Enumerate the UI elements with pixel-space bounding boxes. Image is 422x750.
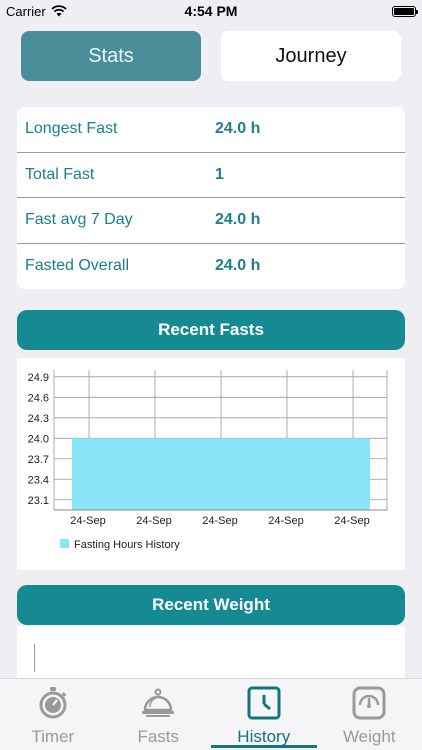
y-tick-label: 23.1 xyxy=(28,495,49,507)
legend-label: Fasting Hours History xyxy=(74,539,180,551)
tab-weight[interactable]: Weight xyxy=(317,679,422,750)
tab-label: History xyxy=(237,727,291,746)
stat-row-longest-fast: Longest Fast 24.0 h xyxy=(17,107,405,153)
y-tick-label: 24.0 xyxy=(28,433,49,445)
stopwatch-icon xyxy=(39,687,67,719)
stat-label: Total Fast xyxy=(25,165,95,183)
tab-label: Weight xyxy=(342,727,396,746)
segment-journey-button[interactable]: Journey xyxy=(221,31,401,81)
stat-row-fast-avg-7-day: Fast avg 7 Day 24.0 h xyxy=(17,198,405,244)
status-bar: Carrier 4:54 PM xyxy=(0,0,422,22)
recent-fasts-header: Recent Fasts xyxy=(17,310,405,350)
food-cloche-icon xyxy=(142,688,175,717)
carrier-label: Carrier xyxy=(6,3,46,19)
status-left: Carrier xyxy=(6,4,67,19)
active-tab-indicator xyxy=(211,745,317,748)
y-tick-label: 24.3 xyxy=(28,413,49,425)
tab-bar: Timer Fasts History Weight xyxy=(0,678,422,750)
clock-icon xyxy=(247,686,281,720)
recent-weight-chart-card xyxy=(17,626,405,680)
y-tick-label: 24.9 xyxy=(28,372,49,384)
tab-fasts[interactable]: Fasts xyxy=(106,679,212,750)
scale-icon xyxy=(352,686,386,720)
stat-value: 1 xyxy=(215,165,224,183)
stat-value: 24.0 h xyxy=(215,120,261,138)
battery-icon xyxy=(392,5,418,17)
stat-row-fasted-overall: Fasted Overall 24.0 h xyxy=(17,244,405,290)
legend-swatch xyxy=(60,539,69,548)
tab-history[interactable]: History xyxy=(211,679,317,750)
stat-row-total-fast: Total Fast 1 xyxy=(17,153,405,198)
segment-stats-button[interactable]: Stats xyxy=(21,31,201,81)
recent-weight-header: Recent Weight xyxy=(17,585,405,625)
stats-card: Longest Fast 24.0 h Total Fast 1 Fast av… xyxy=(17,107,405,289)
stat-value: 24.0 h xyxy=(215,257,261,275)
tab-label: Timer xyxy=(31,727,75,746)
x-tick-label: 24-Sep xyxy=(70,515,105,527)
series-area-fasting-hours xyxy=(72,438,370,510)
x-tick-label: 24-Sep xyxy=(136,515,171,527)
stat-label: Fasted Overall xyxy=(25,257,130,275)
y-tick-label: 24.6 xyxy=(28,392,49,404)
tab-label: Fasts xyxy=(137,727,180,746)
stat-label: Fast avg 7 Day xyxy=(25,211,133,229)
x-tick-label: 24-Sep xyxy=(202,515,237,527)
recent-fasts-chart-card: 24.9 24.6 24.3 24.0 23.7 23.4 23.1 24-Sep 24-Sep… xyxy=(17,358,405,570)
stat-value: 24.0 h xyxy=(215,211,261,229)
wifi-icon xyxy=(51,5,67,17)
x-tick-label: 24-Sep xyxy=(268,515,303,527)
fasting-hours-chart: 24.9 24.6 24.3 24.0 23.7 23.4 23.1 24-Sep 24-Sep… xyxy=(28,370,388,551)
x-tick-label: 24-Sep xyxy=(334,515,369,527)
y-tick-label: 23.7 xyxy=(28,454,49,466)
tab-timer[interactable]: Timer xyxy=(0,679,106,750)
y-tick-label: 23.4 xyxy=(28,474,49,486)
stat-label: Longest Fast xyxy=(25,120,118,138)
weight-chart-axis xyxy=(34,644,35,672)
